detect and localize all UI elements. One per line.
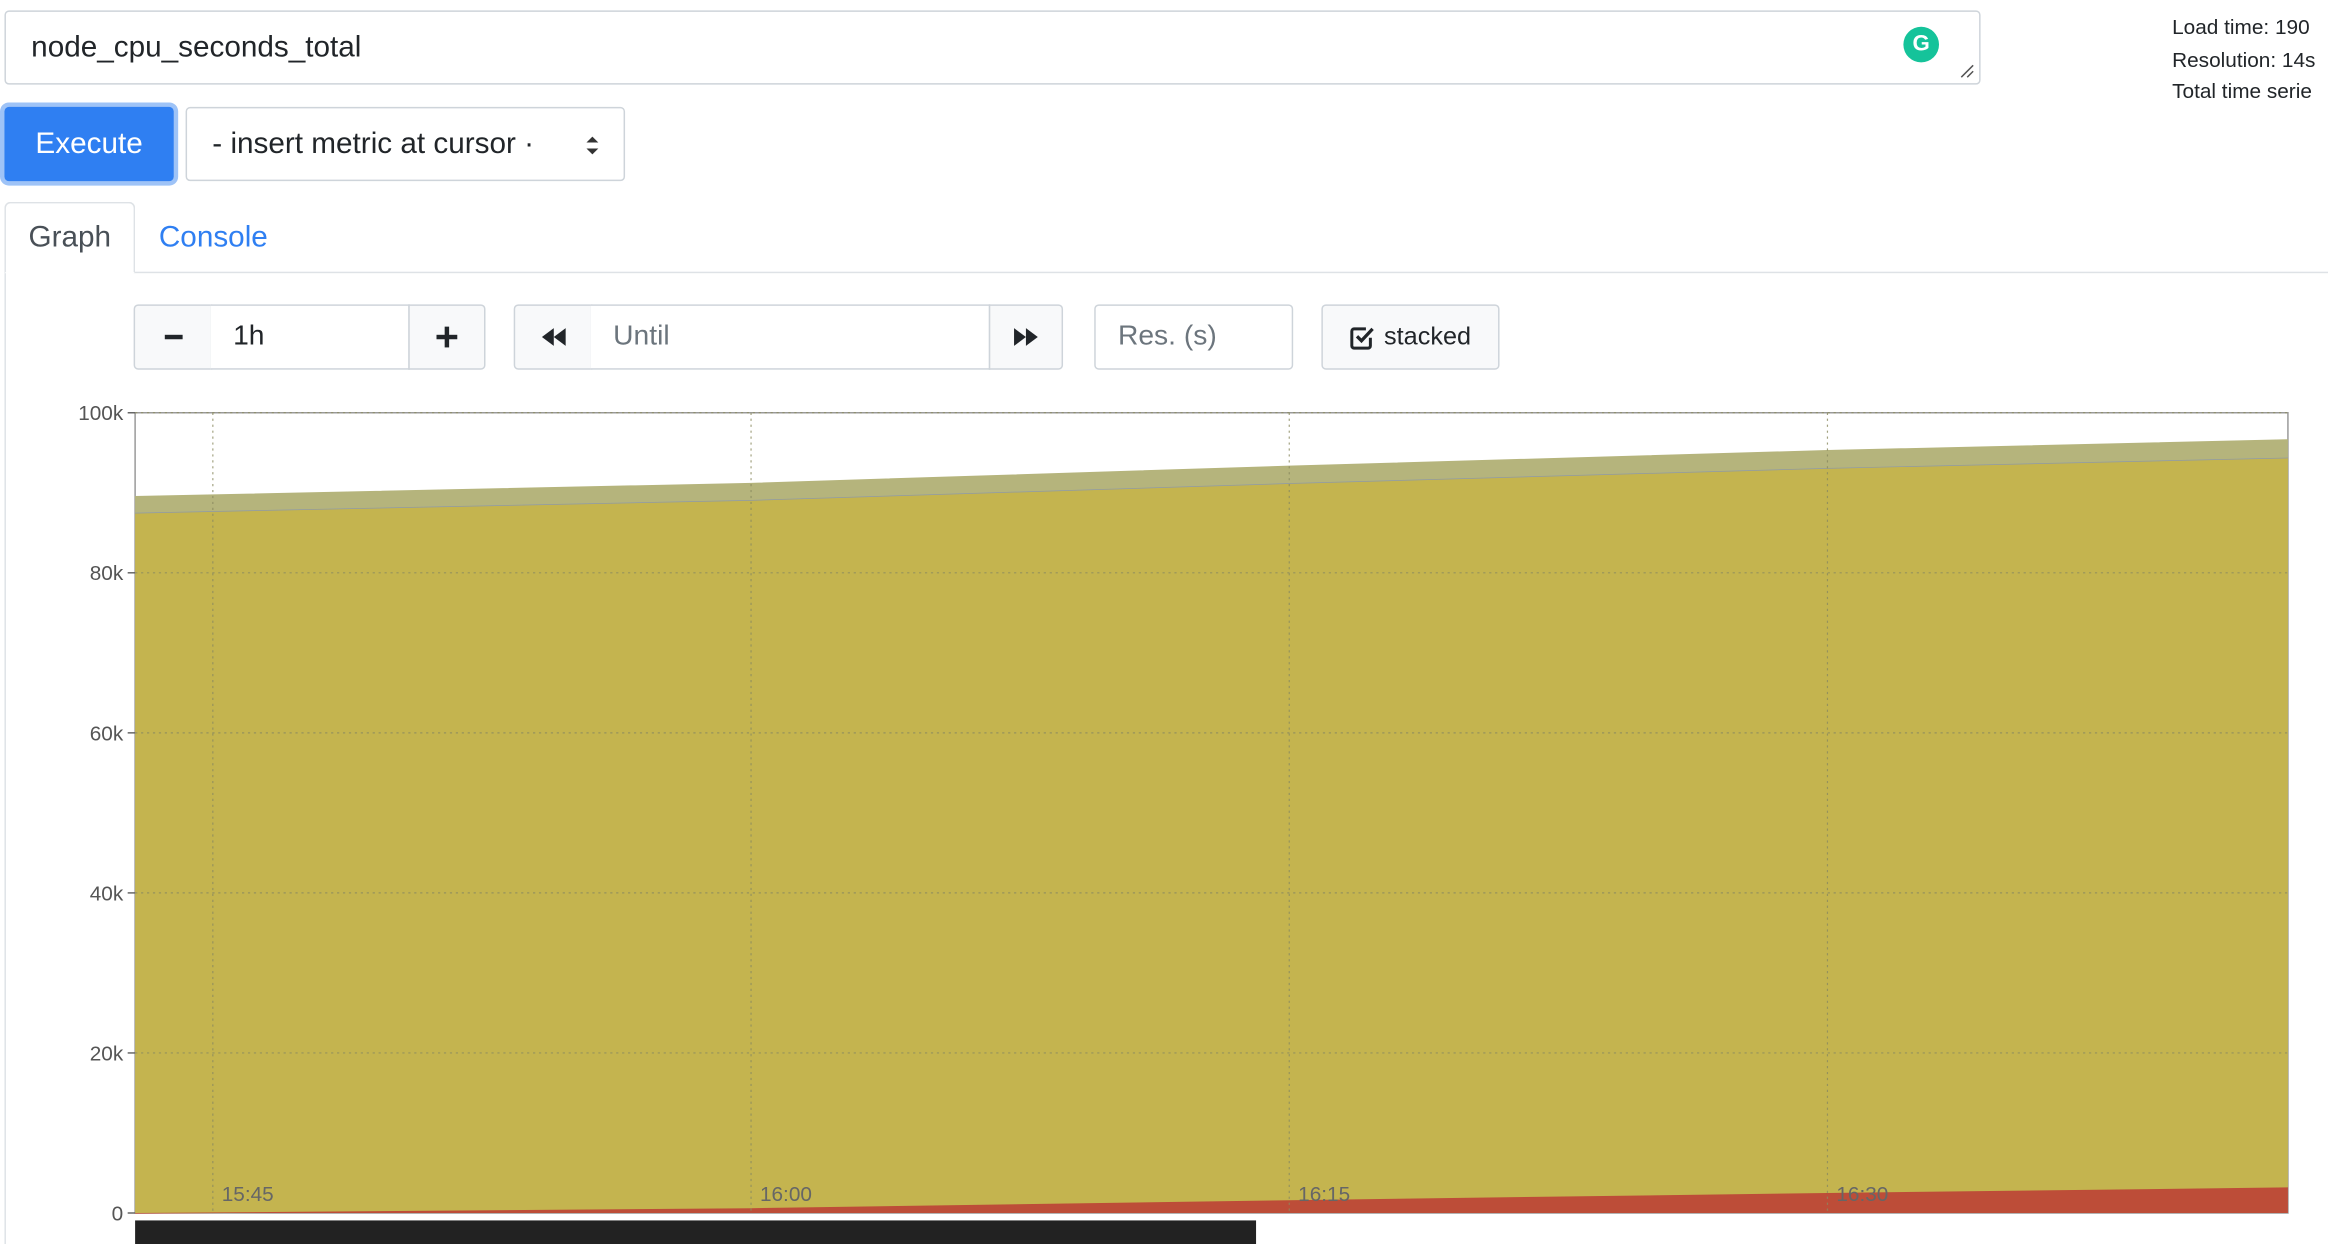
time-back-button[interactable] [513, 304, 593, 370]
fast-forward-icon [1014, 328, 1038, 346]
prometheus-expression-page: node_cpu_seconds_total G Load time: 190 … [0, 0, 2328, 1244]
range-value: 1h [233, 320, 265, 352]
expression-input[interactable]: node_cpu_seconds_total G [4, 10, 1981, 85]
horizontal-scrollbar[interactable] [135, 1220, 1257, 1244]
until-input[interactable]: Until [590, 304, 991, 370]
decrease-range-button[interactable] [133, 304, 213, 370]
fast-backward-icon [541, 328, 565, 346]
resolution-text: Resolution: 14s [2172, 46, 2316, 71]
plus-icon [436, 326, 458, 348]
y-tick-label: 20k [90, 1042, 124, 1065]
resolution-placeholder: Res. (s) [1117, 320, 1217, 352]
y-tick-label: 0 [112, 1202, 124, 1225]
insert-metric-select[interactable]: - insert metric at cursor · [185, 106, 626, 182]
range-input[interactable]: 1h [210, 304, 410, 370]
stacked-label: stacked [1384, 322, 1472, 351]
stacked-area-chart[interactable]: 0 20k 40k 60k 80k 100k 15:45 16:00 16:15 16:30 [0, 401, 2328, 1244]
stacked-toggle-button[interactable]: stacked [1321, 304, 1500, 370]
checkbox-checked-icon [1350, 326, 1375, 349]
x-tick-label: 16:30 [1836, 1183, 1888, 1206]
series-area-2[interactable] [135, 457, 2288, 1213]
load-time-text: Load time: 190 [2172, 14, 2310, 39]
x-tick-label: 15:45 [222, 1183, 274, 1206]
until-placeholder: Until [613, 320, 670, 352]
x-tick-label: 16:00 [760, 1183, 812, 1206]
tabs-divider [133, 271, 2328, 274]
increase-range-button[interactable] [408, 304, 486, 370]
y-tick-label: 40k [90, 882, 124, 905]
resolution-input[interactable]: Res. (s) [1094, 304, 1294, 370]
select-arrows-icon [586, 136, 599, 155]
y-tick-label: 80k [90, 562, 124, 585]
metric-select-value: - insert metric at cursor · [212, 126, 535, 160]
x-tick-label: 16:15 [1298, 1183, 1350, 1206]
grammarly-icon[interactable]: G [1903, 26, 1940, 63]
query-stats: Load time: 190 Resolution: 14s Total tim… [2172, 12, 2315, 108]
execute-button[interactable]: Execute [4, 106, 174, 182]
total-series-text: Total time serie [2172, 78, 2312, 103]
expression-text[interactable]: node_cpu_seconds_total [31, 31, 361, 65]
resize-handle-icon[interactable] [1960, 64, 1975, 79]
time-forward-button[interactable] [988, 304, 1064, 370]
y-tick-label: 100k [78, 402, 124, 425]
tab-console[interactable]: Console [159, 202, 268, 273]
tab-graph[interactable]: Graph [4, 201, 136, 274]
y-tick-label: 60k [90, 722, 124, 745]
minus-icon [164, 334, 182, 340]
